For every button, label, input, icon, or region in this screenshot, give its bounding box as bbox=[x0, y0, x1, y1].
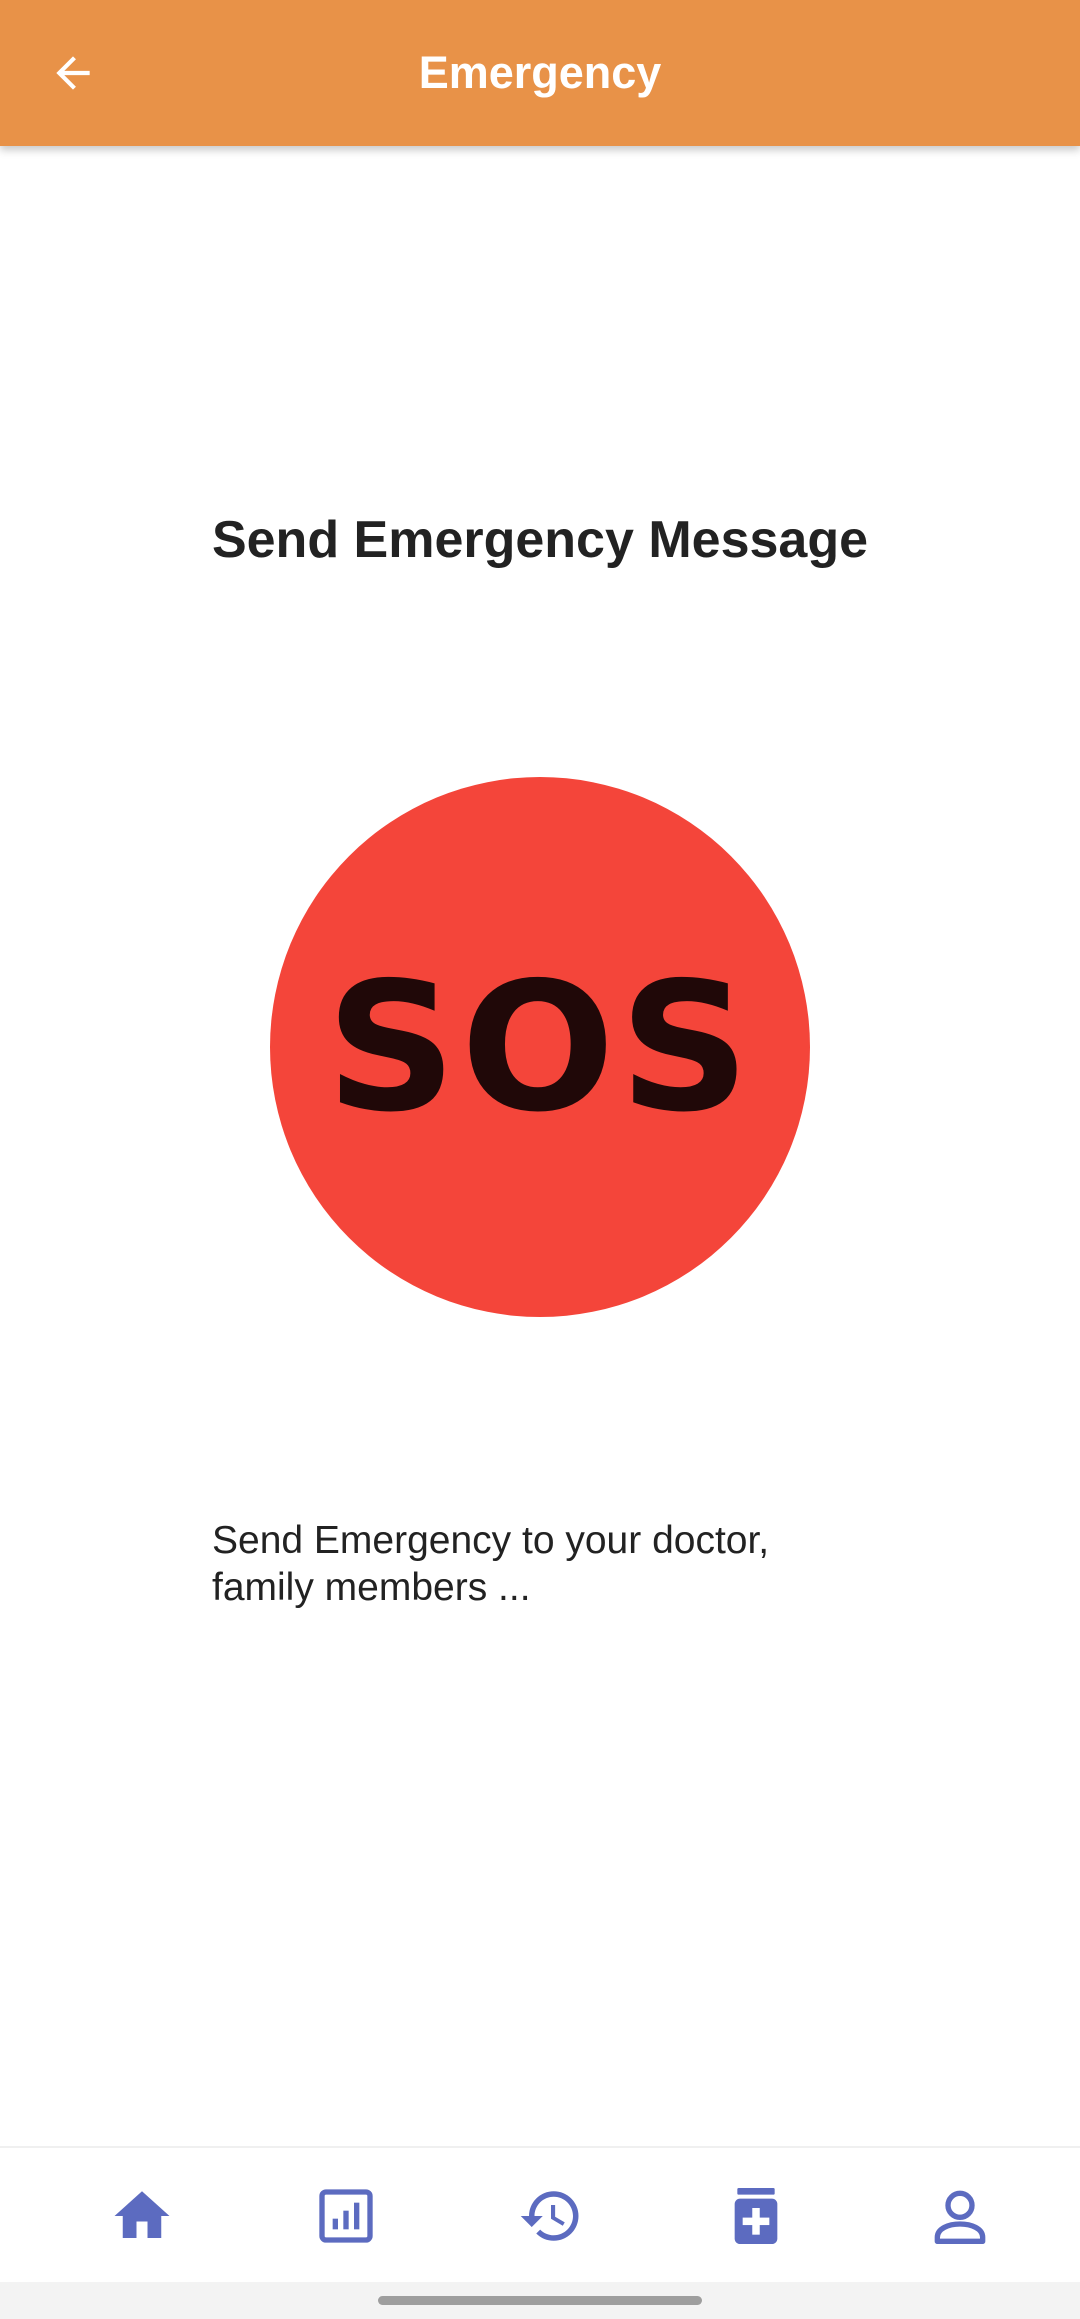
nav-item-home[interactable] bbox=[34, 2148, 250, 2284]
send-emergency-heading: Send Emergency Message bbox=[211, 511, 869, 569]
nav-item-reports[interactable] bbox=[238, 2148, 454, 2284]
page-title: Emergency bbox=[418, 47, 662, 98]
profile-icon bbox=[934, 2190, 986, 2244]
nav-item-profile[interactable] bbox=[852, 2148, 1068, 2284]
nav-item-history[interactable] bbox=[443, 2148, 659, 2284]
home-icon bbox=[114, 2191, 170, 2238]
bar-chart-icon bbox=[319, 2189, 373, 2243]
history-icon bbox=[520, 2191, 579, 2241]
gesture-handle[interactable] bbox=[378, 2296, 702, 2305]
medicine-icon bbox=[734, 2188, 778, 2244]
app-bar: Emergency bbox=[0, 0, 1080, 146]
emergency-description: Send Emergency to your doctor, family me… bbox=[212, 1519, 770, 1609]
nav-item-medicine[interactable] bbox=[648, 2148, 864, 2284]
arrow-back-icon bbox=[56, 56, 90, 90]
sos-label: SOS bbox=[325, 943, 755, 1151]
bottom-navigation bbox=[0, 2146, 1080, 2282]
back-button[interactable] bbox=[30, 30, 116, 116]
sos-button[interactable]: SOS bbox=[270, 777, 810, 1317]
system-gesture-area bbox=[0, 2282, 1080, 2319]
